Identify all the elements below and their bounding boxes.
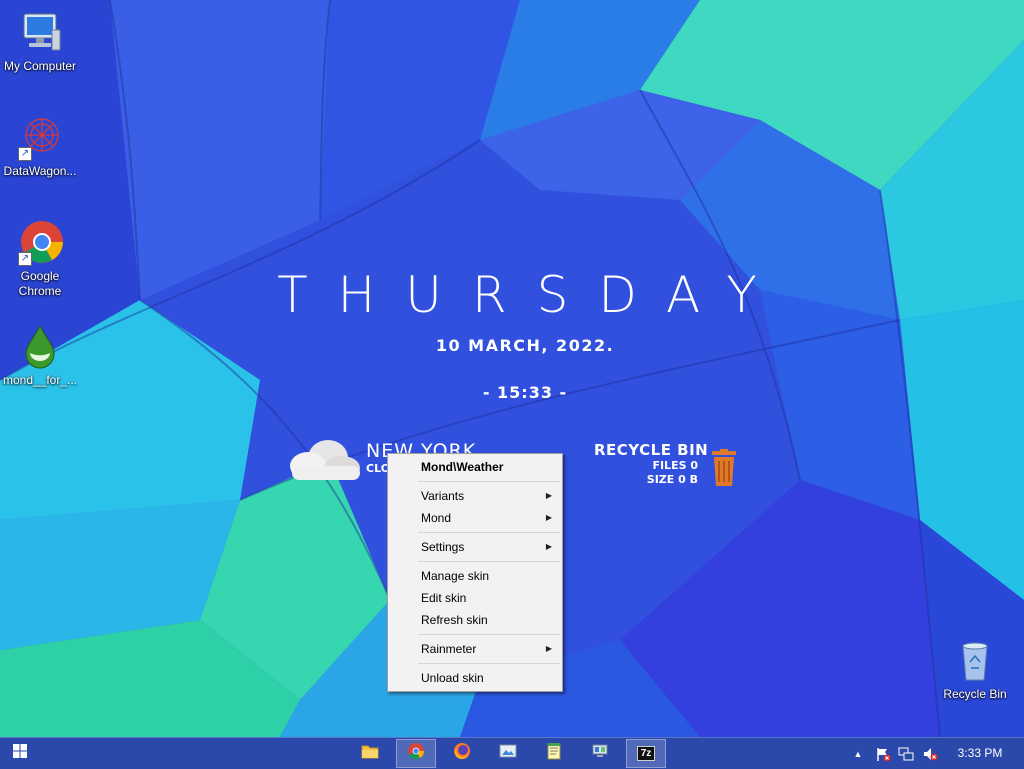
notepad-icon	[546, 742, 562, 765]
desktop-icon-label: DataWagon...	[3, 164, 77, 178]
menu-item-variants[interactable]: Variants ▶	[388, 485, 562, 507]
context-menu: Mond\Weather Variants ▶ Mond ▶ Settings …	[387, 453, 563, 692]
taskbar: 7z ▲ 3:33 PM	[0, 737, 1024, 769]
menu-separator	[418, 663, 560, 664]
shortcut-arrow-icon: ↗	[18, 252, 32, 266]
network-icon[interactable]	[898, 746, 914, 762]
menu-item-label: Mond	[421, 511, 452, 525]
rainmeter-time: - 15:33 -	[482, 383, 568, 402]
submenu-arrow-icon: ▶	[545, 542, 552, 551]
taskbar-file-explorer[interactable]	[350, 739, 390, 768]
menu-separator	[418, 561, 560, 562]
weather-cloud-icon	[286, 436, 364, 487]
datawagon-icon: ↗	[16, 113, 64, 161]
desktop-icon-label: My Computer	[3, 59, 77, 73]
menu-item-label: Rainmeter	[421, 642, 477, 656]
start-button[interactable]	[0, 739, 40, 768]
taskbar-7zip[interactable]: 7z	[626, 739, 666, 768]
menu-item-label: Variants	[421, 489, 465, 503]
submenu-arrow-icon: ▶	[545, 513, 552, 522]
recycle-widget-files: FILES 0	[652, 459, 698, 472]
desktop-icon-recycle-bin[interactable]: Recycle Bin	[935, 636, 1015, 702]
recycle-widget-title: RECYCLE BIN	[594, 441, 709, 459]
windows-logo-icon	[13, 744, 27, 763]
desktop-icon-my-computer[interactable]: My Computer	[0, 8, 80, 74]
chrome-icon	[407, 742, 425, 765]
firefox-icon	[453, 742, 471, 765]
desktop-icon-mond[interactable]: mond__for_...	[0, 322, 80, 388]
shortcut-arrow-icon: ↗	[18, 147, 32, 161]
recycle-widget-size: SIZE 0 B	[646, 473, 698, 486]
show-hidden-icons-button[interactable]: ▲	[850, 746, 866, 762]
menu-item-skin-title[interactable]: Mond\Weather	[388, 456, 562, 478]
menu-item-settings[interactable]: Settings ▶	[388, 536, 562, 558]
recycle-bin-icon	[951, 636, 999, 684]
taskbar-chrome[interactable]	[396, 739, 436, 768]
volume-muted-icon[interactable]	[922, 746, 938, 762]
computer-icon	[16, 8, 64, 56]
submenu-arrow-icon: ▶	[545, 491, 552, 500]
rainmeter-day: THURSDAY	[277, 266, 787, 324]
menu-separator	[418, 532, 560, 533]
menu-separator	[418, 634, 560, 635]
7zip-icon: 7z	[636, 746, 656, 761]
taskbar-notepad[interactable]	[534, 739, 574, 768]
menu-item-rainmeter[interactable]: Rainmeter ▶	[388, 638, 562, 660]
network-tool-icon	[591, 743, 609, 764]
trash-can-icon[interactable]	[708, 449, 740, 492]
file-explorer-icon	[361, 743, 379, 764]
chrome-icon: ↗	[16, 218, 64, 266]
desktop-icon-datawagon[interactable]: ↗ DataWagon...	[0, 113, 80, 179]
menu-item-mond[interactable]: Mond ▶	[388, 507, 562, 529]
desktop-icon-label: Recycle Bin	[943, 687, 1007, 701]
submenu-arrow-icon: ▶	[545, 644, 552, 653]
rainmeter-date: 10 MARCH, 2022.	[435, 336, 615, 355]
taskbar-clock[interactable]: 3:33 PM	[950, 738, 1010, 769]
taskbar-image-viewer[interactable]	[488, 739, 528, 768]
image-viewer-icon	[499, 743, 517, 764]
action-center-flag-icon[interactable]	[875, 746, 891, 762]
menu-item-manage-skin[interactable]: Manage skin	[388, 565, 562, 587]
menu-item-refresh-skin[interactable]: Refresh skin	[388, 609, 562, 631]
menu-separator	[418, 481, 560, 482]
menu-item-edit-skin[interactable]: Edit skin	[388, 587, 562, 609]
taskbar-network-tool[interactable]	[580, 739, 620, 768]
taskbar-firefox[interactable]	[442, 739, 482, 768]
menu-item-unload-skin[interactable]: Unload skin	[388, 667, 562, 689]
menu-item-label: Settings	[421, 540, 465, 554]
